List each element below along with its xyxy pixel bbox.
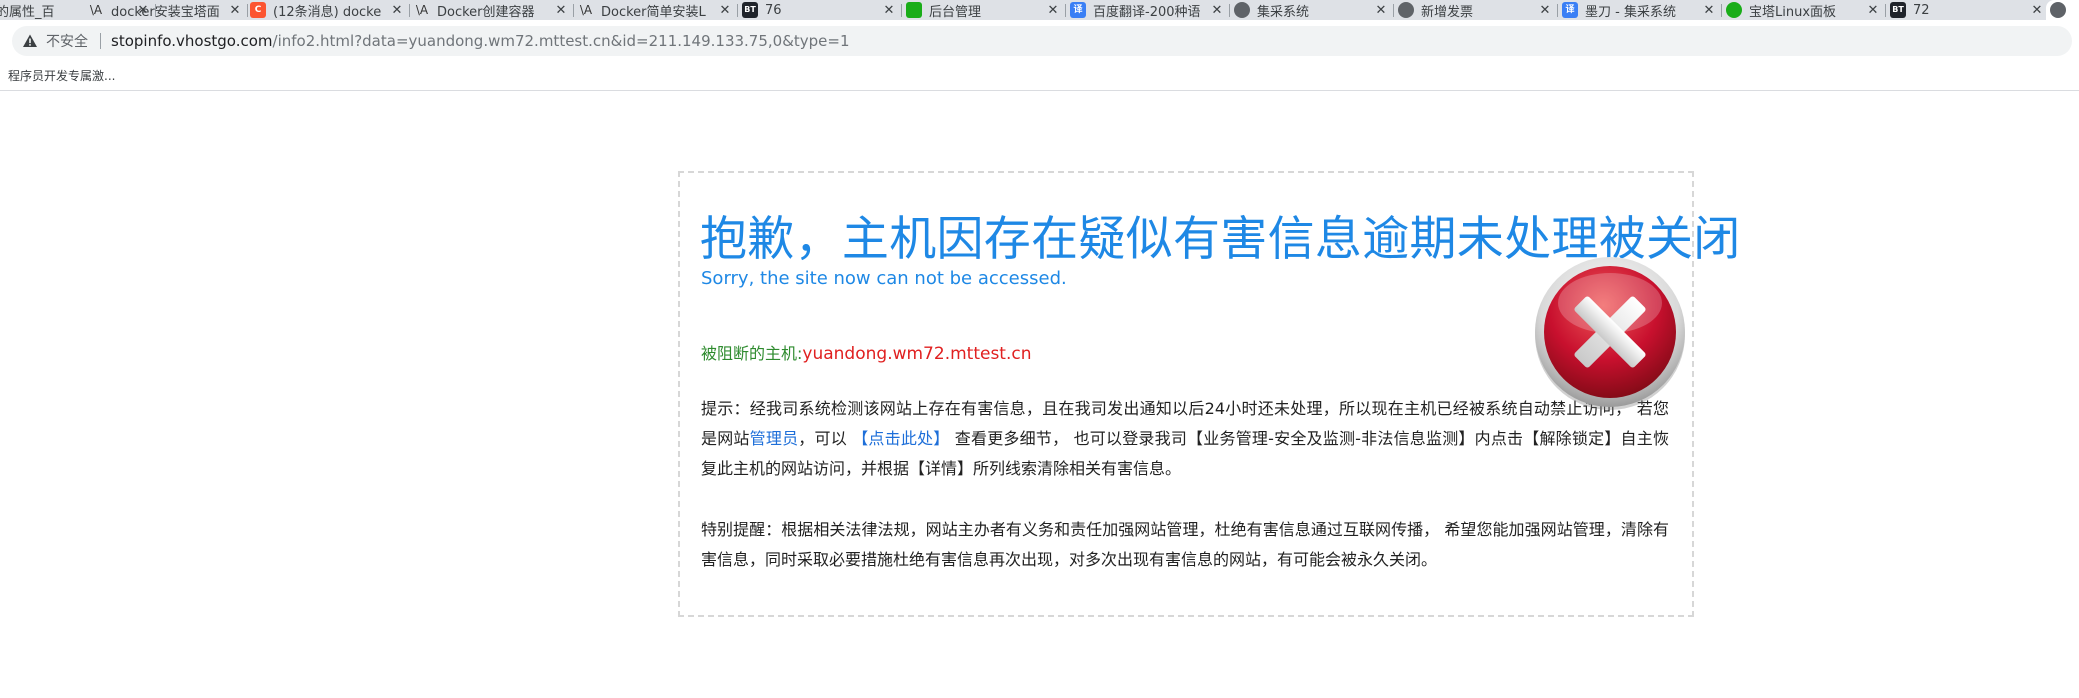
notice-paragraph: 提示：经我司系统检测该网站上存在有害信息，且在我司发出通知以后24小时还未处理，… xyxy=(701,394,1669,484)
browser-tab[interactable]: \A docker安装宝塔面 ✕ xyxy=(84,0,248,20)
tab-favicon-icon: 译 xyxy=(1070,2,1086,18)
security-label[interactable]: 不安全 xyxy=(46,31,88,51)
browser-tab[interactable]: BT 76 ✕ xyxy=(738,0,902,20)
browser-tab[interactable]: \A Docker创建容器 ✕ xyxy=(410,0,574,20)
tab-favicon-icon xyxy=(906,2,922,18)
tab-title: docker安装宝塔面 xyxy=(111,4,220,20)
tab-close-icon[interactable]: ✕ xyxy=(1374,3,1388,18)
url-path[interactable]: /info2.html?data=yuandong.wm72.mttest.cn… xyxy=(273,32,850,50)
tab-title: (12条消息) docke xyxy=(273,4,382,20)
tab-favicon-icon xyxy=(2050,2,2066,18)
tab-favicon-icon xyxy=(1234,2,1250,18)
notice-text-part: ，可以 xyxy=(798,429,853,448)
address-bar: 不安全 stopinfo.vhostgo.com/info2.html?data… xyxy=(0,20,2079,62)
tab-favicon-icon: BT xyxy=(1890,2,1906,18)
browser-tab[interactable] xyxy=(2046,0,2079,20)
tab-title: Docker简单安装L xyxy=(601,4,706,20)
browser-tab[interactable]: C (12条消息) docke ✕ xyxy=(246,0,410,20)
tab-close-icon[interactable]: ✕ xyxy=(1210,3,1224,18)
blocked-host-line: 被阻断的主机:yuandong.wm72.mttest.cn xyxy=(701,340,1032,364)
warning-icon[interactable] xyxy=(22,33,38,49)
tab-title: 76 xyxy=(765,2,782,18)
tab-strip: 的属性_百 ✕ \A docker安装宝塔面 ✕ C (12条消息) docke ✕ \A Doc… xyxy=(0,0,2079,20)
tab-title: Docker创建容器 xyxy=(437,4,535,20)
click-here-link[interactable]: 【点击此处】 xyxy=(852,429,949,448)
tab-favicon-icon: \A xyxy=(89,3,103,17)
tab-favicon-icon xyxy=(1398,2,1414,18)
tab-title: 72 xyxy=(1913,2,1930,18)
tab-close-icon[interactable]: ✕ xyxy=(390,3,404,18)
tab-close-icon[interactable]: ✕ xyxy=(228,3,242,18)
bookmarks-bar: 程序员开发专属激... xyxy=(0,62,2079,91)
tab-favicon-icon: BT xyxy=(742,2,758,18)
bookmark-item[interactable]: 程序员开发专属激... xyxy=(8,67,115,84)
error-x-icon xyxy=(1532,255,1688,411)
browser-tab[interactable]: 译墨刀 - 集采系统 ✕ xyxy=(1558,0,1722,20)
tab-close-icon[interactable]: ✕ xyxy=(1538,3,1552,18)
tab-title: 集采系统 xyxy=(1257,4,1310,20)
omnibox[interactable]: 不安全 stopinfo.vhostgo.com/info2.html?data… xyxy=(12,26,2072,56)
tab-title: 墨刀 - 集采系统 xyxy=(1585,4,1676,20)
admin-link[interactable]: 管理员 xyxy=(750,429,799,448)
browser-tab[interactable]: 新增发票 ✕ xyxy=(1394,0,1558,20)
tab-close-icon[interactable]: ✕ xyxy=(718,3,732,18)
tab-close-icon[interactable]: ✕ xyxy=(2030,3,2044,18)
tab-close-icon[interactable]: ✕ xyxy=(1866,3,1880,18)
tab-title: 百度翻译-200种语 xyxy=(1093,4,1201,20)
omnibox-divider xyxy=(100,33,101,49)
browser-tab[interactable]: 后台管理 ✕ xyxy=(902,0,1066,20)
tab-favicon-icon: \A xyxy=(415,3,429,17)
tab-title: 新增发票 xyxy=(1421,4,1474,20)
browser-tab[interactable]: 宝塔Linux面板 ✕ xyxy=(1722,0,1886,20)
tab-favicon-icon xyxy=(1726,2,1742,18)
tab-close-icon[interactable]: ✕ xyxy=(554,3,568,18)
blocked-host-value: yuandong.wm72.mttest.cn xyxy=(802,344,1032,364)
tab-favicon-icon: \A xyxy=(579,3,593,17)
reminder-paragraph: 特别提醒：根据相关法律法规，网站主办者有义务和责任加强网站管理，杜绝有害信息通过… xyxy=(701,520,1669,569)
url-host[interactable]: stopinfo.vhostgo.com xyxy=(111,32,273,50)
tab-close-icon[interactable]: ✕ xyxy=(1702,3,1716,18)
tab-close-icon[interactable]: ✕ xyxy=(882,3,896,18)
tab-close-icon[interactable]: ✕ xyxy=(1046,3,1060,18)
browser-tab[interactable]: \A Docker简单安装L ✕ xyxy=(574,0,738,20)
browser-tab[interactable]: BT 72 ✕ xyxy=(1886,0,2050,20)
page-subtitle: Sorry, the site now can not be accessed. xyxy=(701,268,1067,289)
tab-title: 后台管理 xyxy=(929,4,982,20)
blocked-host-label: 被阻断的主机: xyxy=(701,344,803,363)
tab-favicon-icon: 译 xyxy=(1562,2,1578,18)
browser-tab[interactable]: 集采系统 ✕ xyxy=(1230,0,1394,20)
browser-tab[interactable]: 译百度翻译-200种语 ✕ xyxy=(1066,0,1230,20)
tab-favicon-icon: C xyxy=(250,2,266,18)
tab-title: 宝塔Linux面板 xyxy=(1749,4,1837,20)
